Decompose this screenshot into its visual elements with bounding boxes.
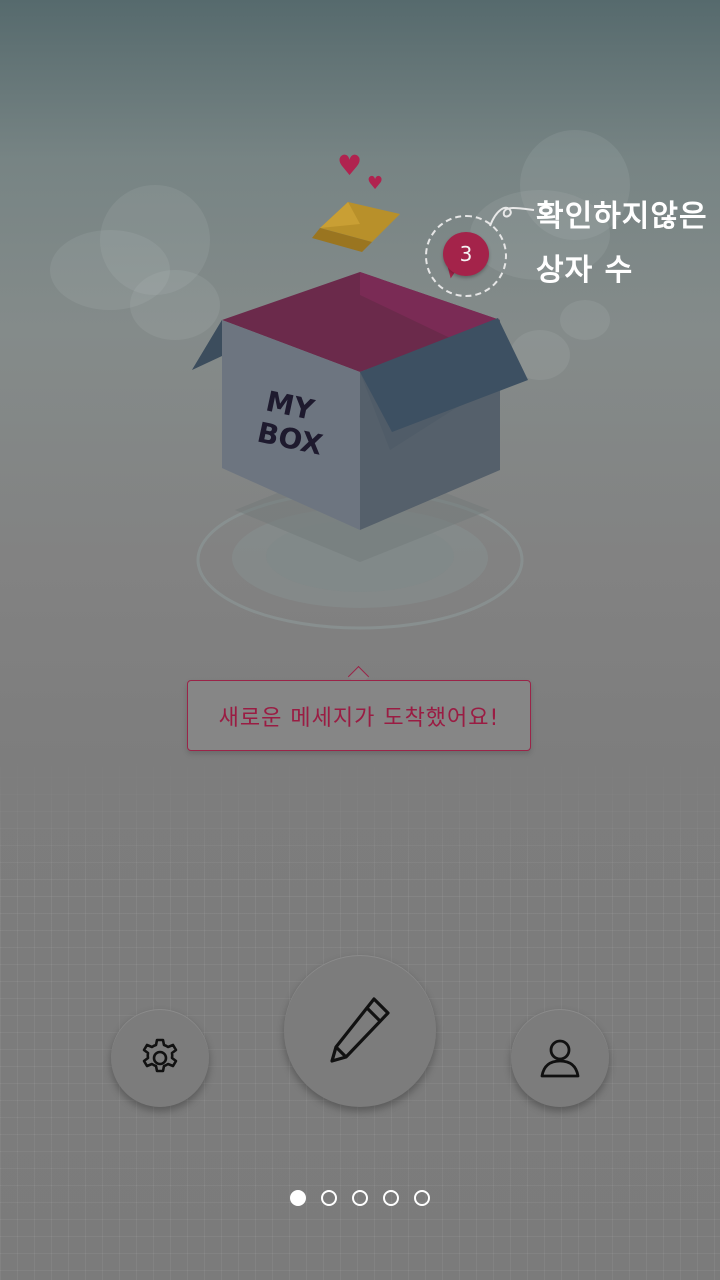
user-icon xyxy=(540,1039,580,1078)
profile-button[interactable] xyxy=(511,1009,609,1107)
unread-hint-text: 확인하지않은 상자 수 xyxy=(536,190,716,298)
write-message-button[interactable] xyxy=(284,955,436,1107)
page-indicator xyxy=(0,1190,720,1210)
page-dot[interactable] xyxy=(290,1190,306,1206)
new-message-bubble[interactable]: 새로운 메세지가 도착했어요! xyxy=(187,680,531,751)
page-dot[interactable] xyxy=(352,1190,368,1206)
gear-icon xyxy=(142,1038,178,1073)
unread-hint-line1: 확인하지않은 xyxy=(536,199,708,234)
heart-icon: ♥ xyxy=(367,173,384,194)
cloud xyxy=(560,300,610,340)
heart-icon: ♥ xyxy=(337,149,363,182)
new-message-text: 새로운 메세지가 도착했어요! xyxy=(218,705,500,731)
page-dot[interactable] xyxy=(414,1190,430,1206)
unread-hint-line2: 상자 수 xyxy=(536,253,634,288)
settings-button[interactable] xyxy=(111,1009,209,1107)
pencil-icon xyxy=(330,997,390,1063)
tutorial-overlay-screen: MY BOX ♥ ♥ 3 확인하지않은 상자 수 새로운 메세지가 도착했어요! xyxy=(0,0,720,1280)
page-dot[interactable] xyxy=(321,1190,337,1206)
callout-curl xyxy=(489,206,535,227)
page-dot[interactable] xyxy=(383,1190,399,1206)
unread-count-badge[interactable]: 3 xyxy=(443,232,489,276)
envelope-icon xyxy=(312,202,400,252)
